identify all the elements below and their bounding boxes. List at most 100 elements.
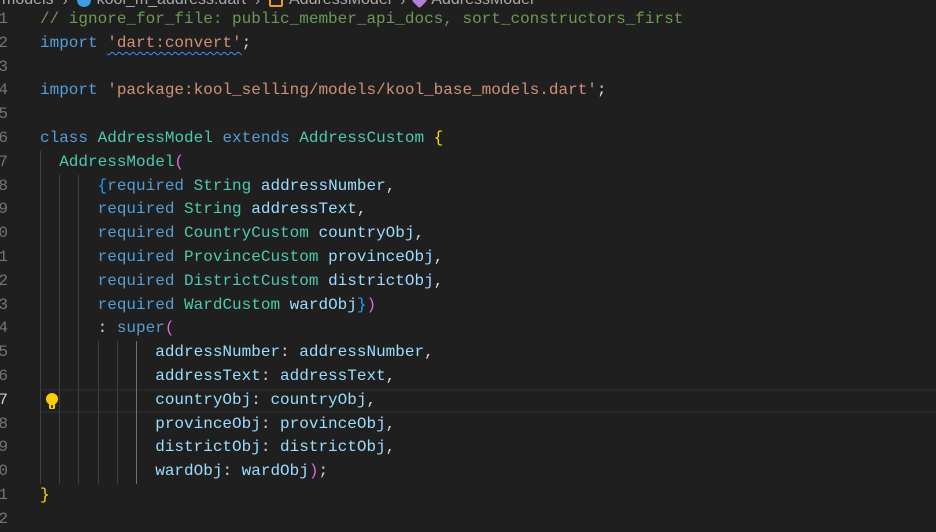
code-line[interactable]: 18 provinceObj: provinceObj,	[0, 412, 936, 437]
code-text: countryObj: countryObj,	[40, 389, 376, 413]
code-line[interactable]: 1 // ignore_for_file: public_member_api_d…	[0, 8, 936, 32]
code-text: required String addressText,	[40, 198, 367, 222]
code-line[interactable]: 20 wardObj: wardObj);	[0, 460, 936, 484]
identifier-token: wardObj	[289, 295, 357, 314]
class-icon	[269, 0, 283, 7]
identifier-token: districtObj	[155, 438, 261, 457]
code-line[interactable]: 22	[0, 508, 936, 532]
code-line[interactable]: 8 {required String addressNumber,	[0, 174, 936, 199]
code-text: required DistrictCustom districtObj,	[40, 270, 444, 294]
identifier-token: provinceObj	[328, 247, 434, 266]
plain-token: :	[260, 366, 281, 385]
code-line[interactable]: 7 AddressModel(	[0, 150, 936, 175]
line-number: 11	[0, 247, 8, 266]
code-text: provinceObj: provinceObj,	[40, 413, 395, 437]
code-text: districtObj: districtObj,	[40, 436, 395, 460]
line-number: 20	[0, 462, 8, 481]
code-line[interactable]: 17 countryObj: countryObj,	[0, 388, 936, 413]
plain-token: :	[251, 390, 271, 409]
plain-token: ,	[385, 176, 396, 195]
code-line[interactable]: 10 required CountryCustom countryObj,	[0, 222, 936, 246]
code-line[interactable]: 12 required DistrictCustom districtObj,	[0, 269, 936, 294]
code-line[interactable]: 5	[0, 103, 936, 127]
identifier-token: districtObj	[328, 271, 434, 290]
code-text: required WardCustom wardObj})	[40, 294, 376, 318]
keyword-token: required	[97, 247, 175, 266]
code-line[interactable]: 6 class AddressModel extends AddressCusto…	[0, 127, 936, 151]
comment-token: // ignore_for_file: public_member_api_do…	[40, 10, 684, 28]
keyword-token: required	[97, 295, 175, 314]
keyword-token: super	[116, 319, 165, 338]
code-line[interactable]: 3	[0, 56, 936, 80]
plain-token: ,	[356, 200, 367, 219]
keyword-token: extends	[222, 128, 290, 147]
plain-token: ;	[241, 33, 252, 52]
line-number: 4	[0, 81, 8, 100]
plain-token: :	[222, 462, 242, 481]
code-text: import 'package:kool_selling/models/kool…	[40, 79, 607, 103]
plain-token: ,	[366, 390, 377, 409]
code-line[interactable]: 4 import 'package:kool_selling/models/koo…	[0, 79, 936, 103]
identifier-token: districtObj	[280, 438, 386, 457]
line-number: 8	[0, 176, 8, 195]
line-number: 5	[0, 105, 8, 124]
identifier-token: countryObj	[270, 390, 367, 409]
code-line[interactable]: 16 addressText: addressText,	[0, 364, 936, 389]
type-token: CountryCustom	[184, 224, 309, 243]
keyword-token: import	[40, 33, 98, 52]
line-number: 13	[0, 295, 8, 314]
code-line[interactable]: 13 required WardCustom wardObj})	[0, 293, 936, 318]
bracket-token: (	[174, 152, 185, 171]
keyword-token: import	[40, 81, 98, 100]
line-number: 6	[0, 128, 8, 147]
identifier-token: addressText	[251, 200, 357, 219]
keyword-token: required	[97, 224, 175, 243]
identifier-token: wardObj	[241, 462, 309, 481]
line-number: 17	[0, 390, 8, 409]
line-number: 3	[0, 57, 8, 76]
bracket-token: {	[97, 176, 108, 195]
identifier-token: addressNumber	[155, 343, 281, 362]
type-token: String	[184, 200, 242, 219]
type-token: String	[193, 176, 252, 195]
plain-token: ,	[424, 343, 434, 362]
plain-token: ,	[433, 247, 444, 266]
string-token: 'dart:convert'	[107, 33, 242, 52]
string-token: 'package:kool_selling/models/kool_base_m…	[107, 81, 597, 100]
line-number: 16	[0, 366, 8, 385]
line-number: 7	[0, 152, 8, 171]
identifier-token: wardObj	[155, 462, 223, 481]
code-line[interactable]: 9 required String addressText,	[0, 198, 936, 223]
code-text: {required String addressNumber,	[40, 175, 396, 199]
code-text: addressText: addressText,	[40, 365, 395, 389]
code-line[interactable]: 21}	[0, 484, 936, 508]
code-line[interactable]: 11 required ProvinceCustom provinceObj,	[0, 245, 936, 270]
code-text: AddressModel(	[40, 151, 184, 175]
code-text: : super(	[40, 317, 175, 341]
code-line[interactable]: 14 : super(	[0, 317, 936, 342]
code-line[interactable]: 19 districtObj: districtObj,	[0, 436, 936, 461]
keyword-token: required	[107, 176, 185, 195]
code-line[interactable]: 2 import 'dart:convert';	[0, 32, 936, 56]
code-line[interactable]: 15 addressNumber: addressNumber,	[0, 341, 936, 365]
line-number: 15	[0, 343, 8, 362]
line-number: 14	[0, 319, 8, 338]
code-text: required CountryCustom countryObj,	[40, 222, 424, 246]
bracket-token: }	[40, 485, 50, 504]
plain-token: ,	[385, 366, 396, 385]
code-editor[interactable]: 1 // ignore_for_file: public_member_api_d…	[0, 8, 936, 532]
code-text: wardObj: wardObj);	[40, 460, 328, 484]
